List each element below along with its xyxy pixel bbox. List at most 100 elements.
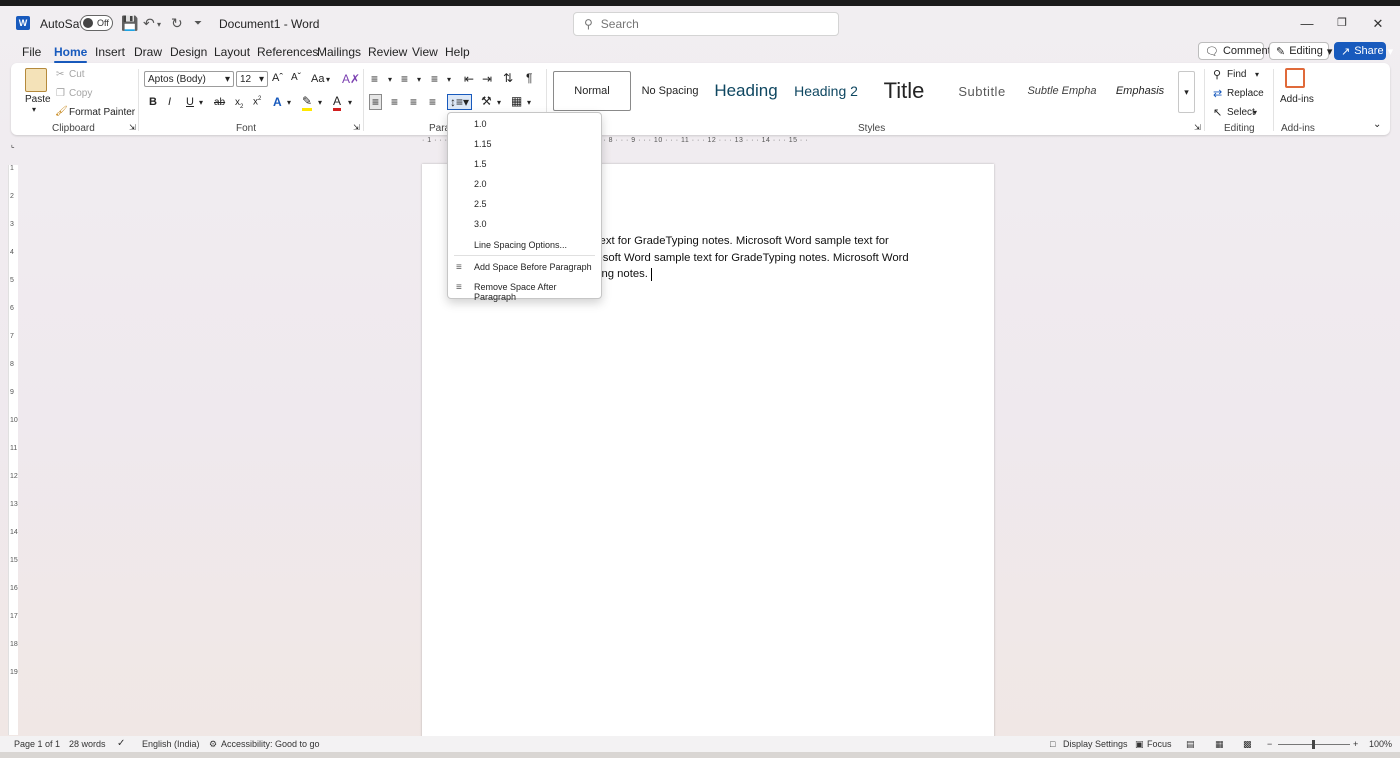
zoom-out-icon[interactable]: − <box>1267 739 1272 749</box>
tab-design[interactable]: Design <box>170 45 207 59</box>
comments-button[interactable]: 🗨 Comments <box>1198 42 1276 60</box>
print-layout-icon[interactable]: ▦ <box>1215 739 1224 750</box>
word-count[interactable]: 28 words <box>69 739 106 749</box>
shrink-font-icon[interactable]: Aˇ <box>291 72 301 83</box>
line-spacing-option[interactable]: 1.5 <box>474 159 487 169</box>
add-ins-icon[interactable] <box>1285 68 1305 88</box>
chevron-down-icon[interactable]: ▾ <box>497 98 501 107</box>
focus-button[interactable]: Focus <box>1147 739 1172 749</box>
style-heading-2[interactable]: Heading 2 <box>787 71 865 111</box>
multilevel-list-icon[interactable]: ≡ <box>431 72 438 86</box>
clear-formatting-icon[interactable]: A✗ <box>342 72 360 86</box>
style-heading[interactable]: Heading <box>709 71 783 111</box>
styles-launcher-icon[interactable]: ⇲ <box>1194 123 1201 132</box>
tab-references[interactable]: References <box>257 45 318 59</box>
font-launcher-icon[interactable]: ⇲ <box>353 123 360 132</box>
italic-button[interactable]: I <box>168 96 171 108</box>
redo-icon[interactable]: ↻ <box>171 15 183 32</box>
copy-button[interactable]: Copy <box>69 88 92 99</box>
chevron-down-icon[interactable]: ▾ <box>417 75 421 84</box>
align-center-icon[interactable]: ≡ <box>391 95 398 109</box>
chevron-down-icon[interactable]: ▾ <box>348 98 352 107</box>
align-right-icon[interactable]: ≡ <box>410 95 417 109</box>
style-normal[interactable]: Normal <box>553 71 631 111</box>
zoom-slider-thumb[interactable] <box>1312 740 1315 749</box>
line-spacing-options-button[interactable]: Line Spacing Options... <box>474 240 567 250</box>
autosave-toggle[interactable]: Off <box>80 15 113 31</box>
text-effects-button[interactable]: A <box>273 95 282 109</box>
decrease-indent-icon[interactable]: ⇤ <box>464 72 474 86</box>
search-box[interactable]: ⚲ <box>573 12 839 36</box>
search-input[interactable] <box>600 17 801 31</box>
tab-draw[interactable]: Draw <box>134 45 162 59</box>
justify-icon[interactable]: ≡ <box>429 95 436 109</box>
chevron-down-icon[interactable]: ▾ <box>326 75 330 84</box>
read-mode-icon[interactable]: ▤ <box>1186 739 1195 750</box>
font-family-select[interactable]: Aptos (Body) ▾ <box>144 71 234 87</box>
remove-space-after-button[interactable]: Remove Space After Paragraph <box>474 282 601 302</box>
document-body[interactable]: e text for GradeTyping notes. Microsoft … <box>587 233 937 283</box>
style-subtle-emphasis[interactable]: Subtle Empha <box>1023 71 1101 111</box>
chevron-down-icon[interactable]: ▾ <box>318 98 322 107</box>
add-space-before-button[interactable]: Add Space Before Paragraph <box>474 262 592 272</box>
undo-dropdown-icon[interactable]: ▾ <box>157 20 161 29</box>
align-left-icon[interactable]: ≡ <box>369 94 383 110</box>
chevron-down-icon[interactable]: ▾ <box>1253 108 1257 117</box>
line-spacing-option[interactable]: 1.15 <box>474 139 492 149</box>
style-no-spacing[interactable]: No Spacing <box>633 71 707 111</box>
subscript-button[interactable]: x2 <box>235 97 243 110</box>
find-button[interactable]: Find <box>1227 69 1246 80</box>
highlight-icon[interactable]: ✎ <box>302 94 313 111</box>
restore-icon[interactable]: ❐ <box>1332 16 1352 29</box>
font-color-button[interactable]: A <box>333 94 342 111</box>
increase-indent-icon[interactable]: ⇥ <box>482 72 492 86</box>
chevron-down-icon[interactable]: ▾ <box>388 75 392 84</box>
line-spacing-option[interactable]: 2.5 <box>474 199 487 209</box>
tab-mailings[interactable]: Mailings <box>317 45 361 59</box>
shading-icon[interactable]: ⚒ <box>481 94 492 108</box>
tab-file[interactable]: File <box>22 45 41 59</box>
bold-button[interactable]: B <box>149 96 157 108</box>
clipboard-launcher-icon[interactable]: ⇲ <box>129 123 136 132</box>
zoom-in-icon[interactable]: + <box>1353 739 1358 749</box>
line-spacing-option[interactable]: 2.0 <box>474 179 487 189</box>
chevron-down-icon[interactable]: ▾ <box>199 98 203 107</box>
sort-icon[interactable]: ⇅ <box>503 71 513 85</box>
tab-insert[interactable]: Insert <box>95 45 125 59</box>
tab-help[interactable]: Help <box>445 45 470 59</box>
tab-review[interactable]: Review <box>368 45 407 59</box>
chevron-down-icon[interactable]: ▾ <box>447 75 451 84</box>
tab-home[interactable]: Home <box>54 45 88 63</box>
accessibility-status[interactable]: Accessibility: Good to go <box>221 739 320 749</box>
tab-selector-icon[interactable]: ⌞ <box>11 140 15 149</box>
proofing-icon[interactable]: ✓ <box>117 738 125 749</box>
paste-button[interactable]: Paste <box>25 94 51 105</box>
page-count[interactable]: Page 1 of 1 <box>14 739 60 749</box>
font-size-select[interactable]: 12 ▾ <box>236 71 268 87</box>
grow-font-icon[interactable]: Aˆ <box>272 72 283 84</box>
line-spacing-option[interactable]: 3.0 <box>474 219 487 229</box>
tab-layout[interactable]: Layout <box>214 45 250 59</box>
display-settings-button[interactable]: Display Settings <box>1063 739 1128 749</box>
tab-view[interactable]: View <box>412 45 438 59</box>
format-painter-button[interactable]: Format Painter <box>69 107 135 118</box>
language-indicator[interactable]: English (India) <box>142 739 200 749</box>
numbering-icon[interactable]: ≡ <box>401 72 408 86</box>
close-icon[interactable]: ✕ <box>1368 16 1388 32</box>
chevron-down-icon[interactable]: ▾ <box>527 98 531 107</box>
save-icon[interactable]: 💾 <box>121 15 138 32</box>
style-title[interactable]: Title <box>867 71 941 111</box>
minimize-icon[interactable]: — <box>1297 16 1317 31</box>
paste-dropdown-icon[interactable]: ▾ <box>32 105 36 114</box>
share-button[interactable]: ↗ Share ▾ <box>1334 42 1393 60</box>
change-case-button[interactable]: Aa <box>311 73 324 85</box>
clipboard-icon[interactable] <box>25 68 47 92</box>
styles-more-icon[interactable]: ▾ <box>1178 71 1195 113</box>
chevron-down-icon[interactable]: ▾ <box>287 98 291 107</box>
style-subtitle[interactable]: Subtitle <box>943 71 1021 111</box>
collapse-ribbon-icon[interactable]: ⌄ <box>1373 119 1381 130</box>
add-ins-button[interactable]: Add-ins <box>1280 94 1314 105</box>
customize-toolbar-icon[interactable]: ⏷ <box>194 18 202 29</box>
cut-button[interactable]: Cut <box>69 69 85 80</box>
show-formatting-icon[interactable]: ¶ <box>526 71 532 85</box>
